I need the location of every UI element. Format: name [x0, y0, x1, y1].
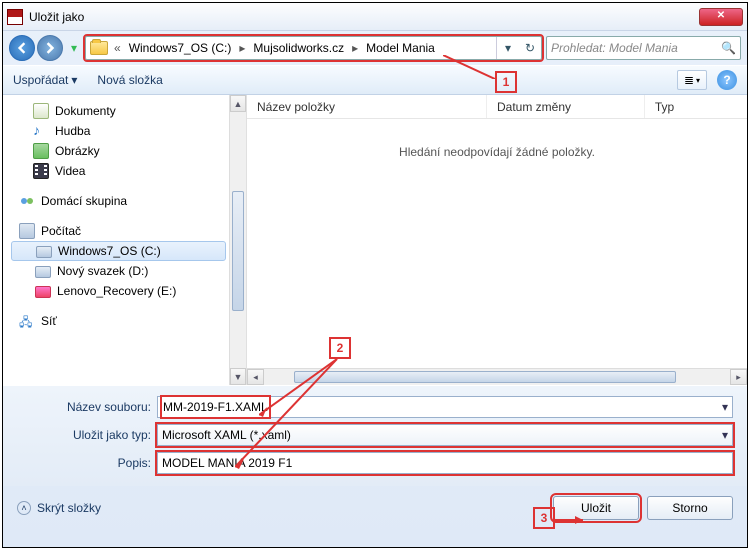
scrollbar-thumb[interactable] — [294, 371, 676, 383]
refresh-button[interactable]: ↻ — [519, 37, 541, 59]
breadcrumb-prefix: « — [112, 37, 123, 59]
navigation-tree[interactable]: Dokumenty ♪ Hudba Obrázky Videa Domácí sk… — [3, 95, 247, 385]
folder-icon — [90, 41, 108, 55]
computer-icon — [19, 223, 35, 239]
chevron-right-icon[interactable]: ▸ — [350, 37, 360, 59]
new-folder-button[interactable]: Nová složka — [97, 73, 162, 87]
toolbar: Uspořádat ▾ Nová složka ≣▾ ? — [3, 65, 747, 95]
scroll-up-icon[interactable]: ▲ — [230, 95, 246, 112]
dialog-footer: ˄ Skrýt složky Uložit Storno — [3, 486, 747, 530]
chevron-up-icon: ˄ — [17, 501, 31, 515]
breadcrumb[interactable]: Windows7_OS (C:) — [123, 37, 238, 59]
chevron-down-icon[interactable]: ▾ — [722, 400, 728, 414]
search-icon[interactable]: 🔍 — [721, 41, 736, 55]
chevron-down-icon: ▾ — [71, 73, 77, 87]
music-icon: ♪ — [33, 123, 49, 139]
cancel-button[interactable]: Storno — [647, 496, 733, 520]
tree-item[interactable]: Nový svazek (D:) — [57, 264, 148, 278]
chevron-down-icon[interactable]: ▾ — [722, 428, 728, 442]
main-area: Dokumenty ♪ Hudba Obrázky Videa Domácí sk… — [3, 95, 747, 385]
tree-item[interactable]: Obrázky — [55, 144, 100, 158]
callout-2: 2 — [329, 337, 351, 359]
save-as-dialog: 2019 Uložit jako ✕ ▾ « Windows7_OS (C:) … — [2, 2, 748, 548]
file-list-body[interactable]: Hledání neodpovídají žádné položky. ◂ ▸ — [247, 119, 747, 385]
scroll-right-icon[interactable]: ▸ — [730, 369, 747, 385]
tree-item[interactable]: Hudba — [55, 124, 90, 138]
address-dropdown[interactable]: ▾ — [497, 37, 519, 59]
videos-icon — [33, 163, 49, 179]
tree-item[interactable]: Počítač — [41, 224, 81, 238]
tree-item[interactable]: Domácí skupina — [41, 194, 127, 208]
tree-item[interactable]: Síť — [41, 314, 57, 328]
save-form: Název souboru: MM-2019-F1.XAML ▾ Uložit … — [3, 385, 747, 486]
description-label: Popis: — [17, 456, 157, 470]
scrollbar-thumb[interactable] — [232, 191, 244, 311]
navigation-bar: ▾ « Windows7_OS (C:) ▸ Mujsolidworks.cz … — [3, 31, 747, 65]
view-options-button[interactable]: ≣▾ — [677, 70, 707, 90]
column-header-date[interactable]: Datum změny — [487, 95, 645, 118]
network-icon: 🖧 — [19, 313, 35, 329]
hide-folders-button[interactable]: ˄ Skrýt složky — [17, 501, 101, 515]
address-bar[interactable]: « Windows7_OS (C:) ▸ Mujsolidworks.cz ▸ … — [85, 36, 542, 60]
column-header-type[interactable]: Typ — [645, 95, 747, 118]
horizontal-scrollbar[interactable]: ◂ ▸ — [247, 368, 747, 385]
window-title: Uložit jako — [29, 10, 699, 24]
empty-message: Hledání neodpovídají žádné položky. — [399, 145, 595, 159]
scroll-down-icon[interactable]: ▼ — [230, 368, 246, 385]
drive-icon — [35, 286, 51, 298]
pictures-icon — [33, 143, 49, 159]
filetype-label: Uložit jako typ: — [17, 428, 157, 442]
breadcrumb[interactable]: Model Mania — [360, 37, 441, 59]
search-input[interactable]: Prohledat: Model Mania 🔍 — [546, 36, 741, 60]
filename-input[interactable]: MM-2019-F1.XAML ▾ — [157, 396, 733, 418]
titlebar: 2019 Uložit jako ✕ — [3, 3, 747, 31]
homegroup-icon — [19, 193, 35, 209]
filename-value: MM-2019-F1.XAML — [162, 397, 269, 417]
file-list-pane: Název položky Datum změny Typ Hledání ne… — [247, 95, 747, 385]
help-button[interactable]: ? — [717, 70, 737, 90]
drive-icon — [35, 266, 51, 278]
description-value: MODEL MANIA 2019 F1 — [162, 456, 292, 470]
app-icon: 2019 — [7, 9, 23, 25]
documents-icon — [33, 103, 49, 119]
tree-item[interactable]: Lenovo_Recovery (E:) — [57, 284, 176, 298]
callout-1: 1 — [495, 71, 517, 93]
chevron-right-icon[interactable]: ▸ — [237, 37, 247, 59]
callout-3: 3 — [533, 507, 555, 529]
column-headers: Název položky Datum změny Typ — [247, 95, 747, 119]
tree-item[interactable]: Windows7_OS (C:) — [58, 244, 161, 258]
description-input[interactable]: MODEL MANIA 2019 F1 — [157, 452, 733, 474]
filetype-select[interactable]: Microsoft XAML (*.xaml) ▾ — [157, 424, 733, 446]
back-button[interactable] — [9, 35, 35, 61]
tree-scrollbar[interactable]: ▲ ▼ — [229, 95, 246, 385]
tree-item[interactable]: Dokumenty — [55, 104, 116, 118]
close-button[interactable]: ✕ — [699, 8, 743, 26]
history-dropdown[interactable]: ▾ — [67, 37, 81, 59]
save-button[interactable]: Uložit — [553, 496, 639, 520]
search-placeholder: Prohledat: Model Mania — [551, 41, 678, 55]
column-header-name[interactable]: Název položky — [247, 95, 487, 118]
drive-icon — [36, 246, 52, 258]
forward-button[interactable] — [37, 35, 63, 61]
breadcrumb[interactable]: Mujsolidworks.cz — [247, 37, 350, 59]
organize-menu[interactable]: Uspořádat ▾ — [13, 73, 77, 87]
filetype-value: Microsoft XAML (*.xaml) — [162, 428, 291, 442]
scroll-left-icon[interactable]: ◂ — [247, 369, 264, 385]
filename-label: Název souboru: — [17, 400, 157, 414]
tree-item[interactable]: Videa — [55, 164, 85, 178]
